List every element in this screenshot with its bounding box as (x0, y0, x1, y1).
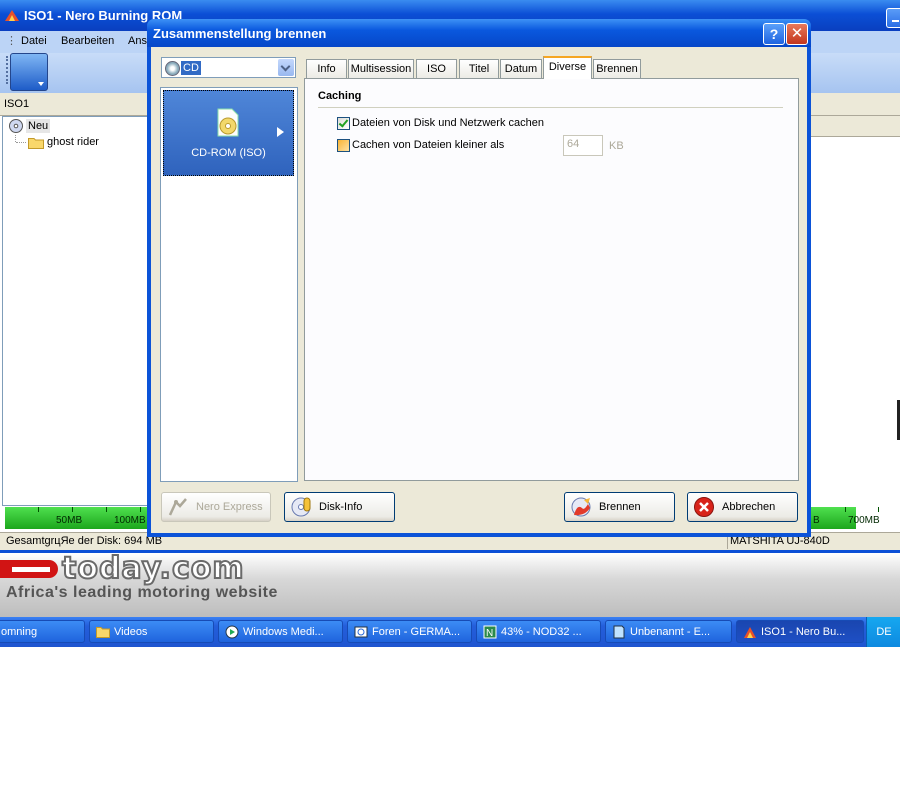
burn-label: Brennen (599, 501, 641, 513)
disc-type-select[interactable]: CD (161, 57, 296, 78)
taskbar-item-editor[interactable]: Unbenannt - E... (605, 620, 732, 643)
taskbar-label: ISO1 - Nero Bu... (761, 626, 846, 638)
tree-header-label: ISO1 (4, 98, 30, 110)
taskbar-label: Unbenannt - E... (630, 626, 711, 638)
taskbar-label: 43% - NOD32 ... (501, 626, 582, 638)
capacity-tick (845, 507, 846, 512)
list-item-label: CD-ROM (ISO) (191, 147, 266, 159)
file-list-header (811, 116, 900, 137)
tab-datum[interactable]: Datum (500, 59, 542, 78)
menu-item-datei[interactable]: Datei (21, 35, 47, 47)
capacity-tick (72, 507, 73, 512)
new-compilation-button[interactable] (10, 53, 48, 91)
tab-brennen[interactable]: Brennen (593, 59, 641, 78)
status-disk-size: Gesamtgrц­Яe der Disk: 694 MB (6, 535, 163, 547)
disc-icon (8, 119, 24, 133)
tab-diverse[interactable]: Diverse (543, 56, 592, 79)
banner-tagline: Africa's leading motoring website (6, 584, 278, 601)
cancel-button[interactable]: Abbrechen (687, 492, 798, 522)
menu-grip: ⋮ (6, 35, 17, 47)
language-indicator[interactable]: DE (866, 617, 900, 647)
tab-titel[interactable]: Titel (459, 59, 499, 78)
taskbar-item-browser[interactable]: Foren - GERMA... (347, 620, 472, 643)
folder-icon (28, 138, 44, 149)
cache-size-unit: KB (609, 140, 624, 152)
capacity-tick (38, 507, 39, 512)
capacity-tick (140, 507, 141, 512)
taskbar-item[interactable]: omning (0, 620, 85, 643)
tree-item-neu[interactable]: Neu (26, 119, 51, 133)
disk-info-label: Disk-Info (319, 501, 363, 513)
tab-iso[interactable]: ISO (416, 59, 457, 78)
svg-text:N: N (486, 628, 493, 639)
taskbar-label: Foren - GERMA... (372, 626, 461, 638)
disc-type-value: CD (181, 61, 201, 75)
nero-app-icon (5, 10, 19, 21)
media-player-icon (225, 625, 239, 639)
cache-small-files-checkbox[interactable] (337, 139, 350, 152)
tree-pane (2, 116, 149, 506)
taskbar-item-nero[interactable]: ISO1 - Nero Bu... (736, 620, 864, 643)
cd-icon (165, 61, 180, 76)
capacity-label-100mb: 100MB (114, 515, 146, 526)
tree-connector (15, 135, 17, 142)
disk-info-button[interactable]: Disk-Info (284, 492, 395, 522)
burn-icon (571, 497, 591, 517)
dialog-title-bar: Zusammenstellung brennen (147, 19, 811, 47)
banner-logo-text: today.com (61, 550, 245, 587)
close-button[interactable]: ✕ (786, 23, 808, 45)
cdrom-iso-icon (217, 108, 239, 137)
chevron-right-icon (277, 127, 289, 137)
group-title-caching: Caching (318, 90, 362, 102)
taskbar-item-media-player[interactable]: Windows Medi... (218, 620, 343, 643)
tree-connector-h (16, 142, 26, 144)
cache-files-checkbox[interactable] (337, 117, 350, 130)
disk-info-icon (291, 497, 311, 517)
menu-item-bearbeiten[interactable]: Bearbeiten (61, 35, 114, 47)
chevron-down-icon[interactable] (278, 59, 294, 76)
folder-icon (96, 627, 110, 638)
help-button[interactable]: ? (763, 23, 785, 45)
burn-button[interactable]: Brennen (564, 492, 675, 522)
capacity-tick (878, 507, 879, 512)
menu-item-ansicht[interactable]: Ans (128, 35, 147, 47)
nod32-icon: N (483, 625, 497, 639)
capacity-tick (106, 507, 107, 512)
banner-logo-stripe (12, 567, 50, 572)
taskbar-item-nod32[interactable]: N 43% - NOD32 ... (476, 620, 601, 643)
cache-size-input[interactable]: 64 (563, 135, 603, 156)
taskbar-label: Windows Medi... (243, 626, 324, 638)
taskbar-label: omning (1, 626, 38, 638)
nero-express-button[interactable]: Nero Express (161, 492, 271, 522)
tab-info[interactable]: Info (306, 59, 347, 78)
taskbar-label: Videos (114, 626, 148, 638)
group-divider (318, 107, 783, 108)
nero-express-icon (168, 498, 187, 516)
nero-icon (744, 627, 756, 638)
minimize-button[interactable] (886, 8, 900, 28)
browser-icon (354, 626, 368, 638)
capacity-label-50mb: 50MB (56, 515, 83, 526)
editor-icon (613, 625, 625, 639)
cache-files-label[interactable]: Dateien von Disk und Netzwerk cachen (352, 117, 544, 129)
tab-multisession[interactable]: Multisession (348, 59, 414, 78)
tree-item-ghost-rider[interactable]: ghost rider (47, 136, 99, 148)
capacity-label-700mb: 700MB (848, 515, 880, 526)
dialog-title: Zusammenstellung brennen (153, 26, 327, 41)
taskbar-item-videos[interactable]: Videos (89, 620, 214, 643)
cancel-label: Abbrechen (722, 501, 776, 513)
cancel-icon (694, 497, 714, 517)
file-list-pane (811, 137, 900, 504)
cache-small-files-label[interactable]: Cachen von Dateien kleiner als (352, 139, 504, 151)
capacity-label-b: B (813, 515, 820, 526)
nero-express-label: Nero Express (196, 501, 263, 513)
